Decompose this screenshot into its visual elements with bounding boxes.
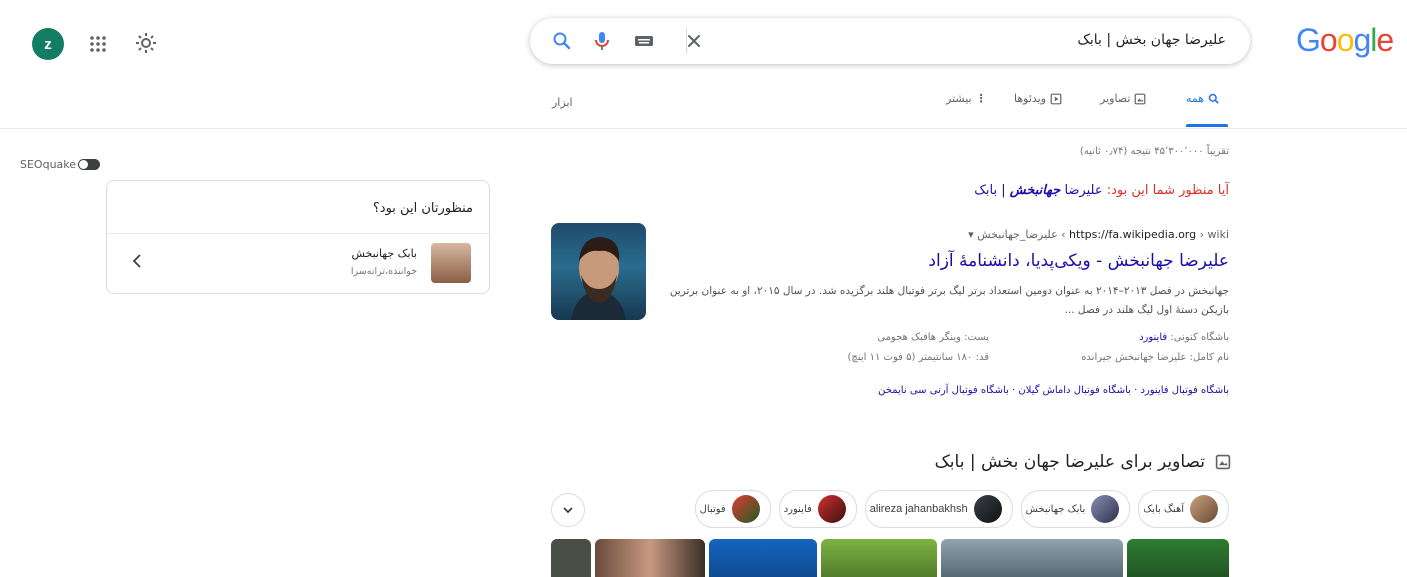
image-result[interactable] (709, 539, 817, 577)
tab-more[interactable]: بیشتر ⋮ (946, 92, 987, 105)
toggle-switch[interactable] (78, 159, 101, 170)
chip-item[interactable]: alireza jahanbakhsh (864, 490, 1013, 528)
seoquake-toggle[interactable]: SEOquake (20, 158, 101, 171)
chip-label: alireza jahanbakhsh (869, 503, 968, 515)
tabs-divider (0, 128, 1407, 129)
fact-club-label: باشگاه کنونی: (1170, 332, 1229, 343)
result-facts: باشگاه کنونی: فاینورد پست: وینگر هافبک ه… (749, 332, 1230, 372)
image-result[interactable] (551, 539, 591, 577)
fact-row: باشگاه کنونی: فاینورد پست: وینگر هافبک ه… (749, 332, 1229, 352)
result-snippet: جهانبخش در فصل ۲۰۱۳–۲۰۱۴ به عنوان دومین … (669, 285, 1229, 316)
chip-label: فاینورد (783, 503, 812, 515)
fact-height: قد: ۱۸۰ سانتیمتر (۵ فوت ۱۱ اینچ) (847, 352, 990, 363)
did-you-mean: آیا منظور شما این بود: علیرضا جهانبخش | … (974, 183, 1229, 198)
caret-down-icon[interactable]: ▾ (968, 228, 974, 241)
more-vert-icon: ⋮ (975, 92, 987, 105)
did-you-mean-label: آیا منظور شما این بود: (1106, 183, 1229, 198)
account-avatar[interactable]: z (32, 28, 64, 60)
logo-letter: g (1353, 22, 1371, 58)
chip-thumbnail (817, 495, 846, 523)
did-you-mean-suffix: | بابک (974, 183, 1006, 198)
image-results-strip (551, 539, 1229, 577)
apps-grid-icon[interactable] (88, 34, 108, 54)
chip-item[interactable]: فاینورد (778, 490, 857, 528)
wiki-thumbnail[interactable] (551, 223, 646, 320)
chevron-left-icon[interactable] (131, 253, 143, 269)
did-you-mean-panel: منظورتان این بود؟ بابک جهانبخش خواننده،ت… (106, 180, 490, 294)
gear-icon[interactable] (134, 31, 158, 55)
image-icon (1215, 454, 1231, 470)
chip-label: فوتبال (699, 503, 726, 515)
logo-letter: o (1336, 22, 1355, 58)
tab-all[interactable]: همه (1186, 92, 1220, 105)
related-links[interactable]: باشگاه فوتبال فاینورد · باشگاه فوتبال دا… (878, 385, 1229, 396)
image-result[interactable] (821, 539, 937, 577)
did-you-mean-bold: جهانبخش (1009, 183, 1061, 198)
video-icon (1050, 93, 1062, 104)
chip-item[interactable]: فوتبال (694, 490, 771, 528)
image-result[interactable] (595, 539, 705, 577)
image-chips: آهنگ بابک بابک جهانبخش alireza jahanbakh… (694, 490, 1229, 528)
fact-fullname: نام کامل: علیرضا جهانبخش جیرانده (1081, 352, 1229, 363)
chip-thumbnail (731, 495, 760, 523)
tools-button[interactable]: ابزار (552, 96, 573, 109)
search-input[interactable]: علیرضا جهان بخش | بابک (1077, 32, 1226, 48)
clear-icon[interactable] (684, 31, 704, 51)
active-tab-indicator (1186, 124, 1228, 127)
fact-row: نام کامل: علیرضا جهانبخش جیرانده قد: ۱۸۰… (749, 352, 1230, 372)
person-thumbnail[interactable] (431, 243, 471, 283)
image-result[interactable] (941, 539, 1123, 577)
chip-item[interactable]: بابک جهانبخش (1020, 490, 1131, 528)
did-you-mean-link[interactable]: علیرضا جهانبخش | بابک (974, 183, 1102, 198)
chip-item[interactable]: آهنگ بابک (1138, 490, 1229, 528)
logo-letter: o (1319, 22, 1338, 58)
person-description: خواننده،ترانه‌سرا (350, 266, 417, 277)
logo-letter: G (1296, 22, 1321, 58)
tab-images-label: تصاویر (1100, 92, 1131, 105)
chevron-down-icon (563, 507, 573, 514)
tab-all-label: همه (1186, 92, 1205, 105)
search-tabs: همه تصاویر ویدئوها بیشتر ⋮ (0, 92, 1407, 128)
image-result[interactable] (1127, 539, 1229, 577)
chip-thumbnail (1091, 495, 1120, 523)
images-section-header[interactable]: تصاویر برای علیرضا جهان بخش | بابک (935, 452, 1231, 472)
logo-letter: e (1376, 22, 1394, 58)
tab-more-label: بیشتر (946, 92, 972, 105)
panel-divider (107, 233, 489, 234)
image-icon (1135, 93, 1146, 104)
person-name[interactable]: بابک جهانبخش (351, 247, 417, 260)
did-you-mean-plain: علیرضا (1064, 183, 1103, 198)
search-bar[interactable]: علیرضا جهان بخش | بابک (530, 18, 1250, 64)
fact-position: پست: وینگر هافبک هجومی (877, 332, 989, 343)
chip-thumbnail (1190, 495, 1218, 523)
tab-videos[interactable]: ویدئوها (1014, 92, 1062, 105)
chips-expand-button[interactable] (551, 493, 585, 527)
tab-images[interactable]: تصاویر (1100, 92, 1146, 105)
chip-label: آهنگ بابک (1143, 503, 1184, 515)
chip-label: بابک جهانبخش (1025, 503, 1086, 515)
fact-club-link[interactable]: فاینورد (1139, 332, 1167, 343)
keyboard-icon[interactable] (634, 31, 654, 51)
microphone-icon[interactable] (592, 31, 612, 51)
panel-title: منظورتان این بود؟ (372, 201, 473, 216)
chip-thumbnail (973, 495, 1002, 523)
result-stats: تقریباً ۴۵٬۳۰۰٬۰۰۰ نتیجه (۰٫۷۴ ثانیه) (1079, 146, 1229, 157)
person-photo (571, 237, 626, 320)
google-logo[interactable]: Google (1296, 22, 1394, 59)
result-url: https://fa.wikipedia.org (1069, 228, 1197, 241)
images-header-title: تصاویر برای علیرضا جهان بخش | بابک (934, 452, 1205, 472)
search-icon[interactable] (552, 31, 572, 51)
tab-videos-label: ویدئوها (1014, 92, 1047, 105)
breadcrumb[interactable]: https://fa.wikipedia.org › wiki › علیرضا… (968, 228, 1229, 241)
search-icon (1208, 93, 1219, 104)
fact-club: باشگاه کنونی: فاینورد (989, 332, 1229, 352)
result-title[interactable]: علیرضا جهانبخش - ویکی‌پدیا، دانشنامهٔ آز… (928, 251, 1229, 271)
seoquake-label: SEOquake (20, 158, 77, 171)
